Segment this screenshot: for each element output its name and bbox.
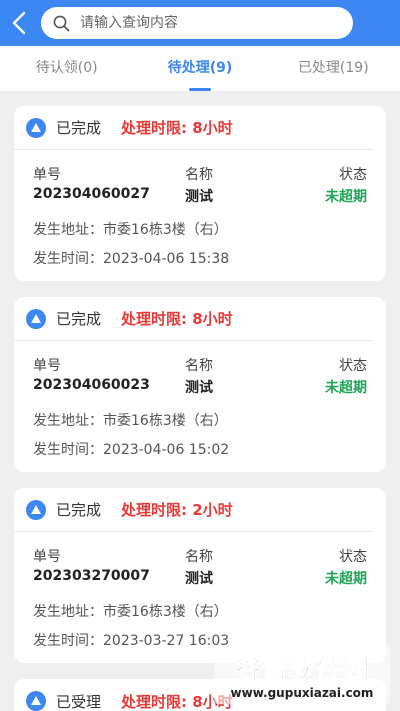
label-name: 名称 [185,167,213,183]
card-field-values: 202304060027 测试 未超期 [14,186,386,208]
card-field-values: 202304060023 测试 未超期 [14,377,386,399]
status-triangle-icon [26,308,46,329]
card-time: 发生时间：2023-04-06 15:02 [33,442,230,458]
card-time: 发生时间：2023-04-06 15:38 [33,251,230,267]
card-status: 已完成 [56,310,102,328]
label-number: 单号 [33,167,61,183]
task-card[interactable]: 已完成 处理时限: 2小时 单号 名称 状态 202303270007 测试 未… [14,488,386,663]
watermark-title: 谷普软件园 [235,653,370,685]
status-tabs: 待认领(0) 待处理(9) 已处理(19) [0,46,400,91]
card-header: 已完成 处理时限: 8小时 [14,106,374,150]
value-number: 202303270007 [33,568,150,584]
card-field-labels: 单号 名称 状态 [14,164,386,186]
search-box[interactable] [41,7,353,39]
top-bar [0,0,400,46]
card-time-limit: 处理时限: 2小时 [121,501,233,519]
card-address: 发生地址：市委16栋3楼（右） [33,604,228,620]
back-button[interactable] [6,8,32,38]
label-number: 单号 [33,358,61,374]
card-status: 已完成 [56,501,102,519]
value-state: 未超期 [325,189,367,205]
tab-pending[interactable]: 待处理(9) [133,46,266,91]
search-icon [53,15,70,31]
value-number: 202304060027 [33,186,150,202]
card-header: 已完成 处理时限: 8小时 [14,297,374,341]
label-state: 状态 [339,549,367,565]
task-card[interactable]: 已完成 处理时限: 8小时 单号 名称 状态 202304060027 测试 未… [14,106,386,281]
watermark-url: www.gupuxiazai.com [231,686,374,700]
value-state: 未超期 [325,571,367,587]
card-header: 已完成 处理时限: 2小时 [14,488,374,532]
card-field-labels: 单号 名称 状态 [14,355,386,377]
card-field-values: 202303270007 测试 未超期 [14,568,386,590]
card-field-labels: 单号 名称 状态 [14,546,386,568]
tab-unclaimed[interactable]: 待认领(0) [0,46,133,91]
card-time-limit: 处理时限: 8小时 [121,119,233,137]
value-state: 未超期 [325,380,367,396]
label-name: 名称 [185,358,213,374]
label-state: 状态 [339,358,367,374]
card-address: 发生地址：市委16栋3楼（右） [33,413,228,429]
label-number: 单号 [33,549,61,565]
status-triangle-icon [26,117,46,138]
value-name: 测试 [185,189,213,205]
chevron-left-icon [12,11,26,35]
card-address: 发生地址：市委16栋3楼（右） [33,222,228,238]
search-input[interactable] [80,15,320,31]
value-name: 测试 [185,571,213,587]
value-number: 202304060023 [33,377,150,393]
tab-processed[interactable]: 已处理(19) [267,46,400,91]
label-state: 状态 [339,167,367,183]
value-name: 测试 [185,380,213,396]
card-status: 已完成 [56,119,102,137]
label-name: 名称 [185,549,213,565]
card-time-limit: 处理时限: 8小时 [121,310,233,328]
status-triangle-icon [26,499,46,520]
status-triangle-icon [26,691,46,711]
watermark-logo: 谷普软件园 www.gupuxiazai.com [214,646,390,704]
card-status: 已受理 [56,692,102,711]
task-card[interactable]: 已完成 处理时限: 8小时 单号 名称 状态 202304060023 测试 未… [14,297,386,472]
